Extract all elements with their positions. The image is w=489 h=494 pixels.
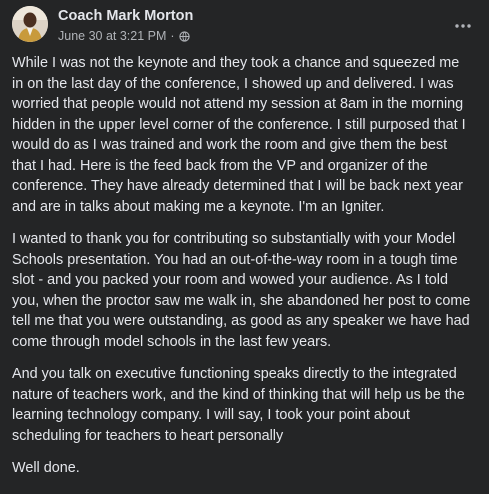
profile-photo bbox=[12, 6, 48, 42]
globe-icon bbox=[178, 31, 190, 42]
post-paragraph: I wanted to thank you for contributing s… bbox=[12, 231, 471, 350]
avatar[interactable] bbox=[12, 6, 48, 42]
post-paragraph: While I was not the keynote and they too… bbox=[12, 55, 466, 215]
post-paragraph: Well done. bbox=[12, 460, 80, 476]
author-name[interactable]: Coach Mark Morton bbox=[58, 8, 193, 24]
post-date[interactable]: June 30 at 3:21 PM bbox=[58, 29, 166, 43]
facebook-post: Coach Mark Morton June 30 at 3:21 PM · W… bbox=[0, 0, 489, 494]
post-header: Coach Mark Morton June 30 at 3:21 PM · bbox=[0, 0, 489, 50]
more-horizontal-icon bbox=[455, 15, 471, 33]
post-paragraph: And you talk on executive functioning sp… bbox=[12, 366, 465, 444]
post-body: While I was not the keynote and they too… bbox=[12, 53, 474, 491]
more-options-button[interactable] bbox=[451, 12, 475, 36]
separator: · bbox=[170, 29, 175, 43]
post-meta: June 30 at 3:21 PM · bbox=[58, 29, 190, 43]
